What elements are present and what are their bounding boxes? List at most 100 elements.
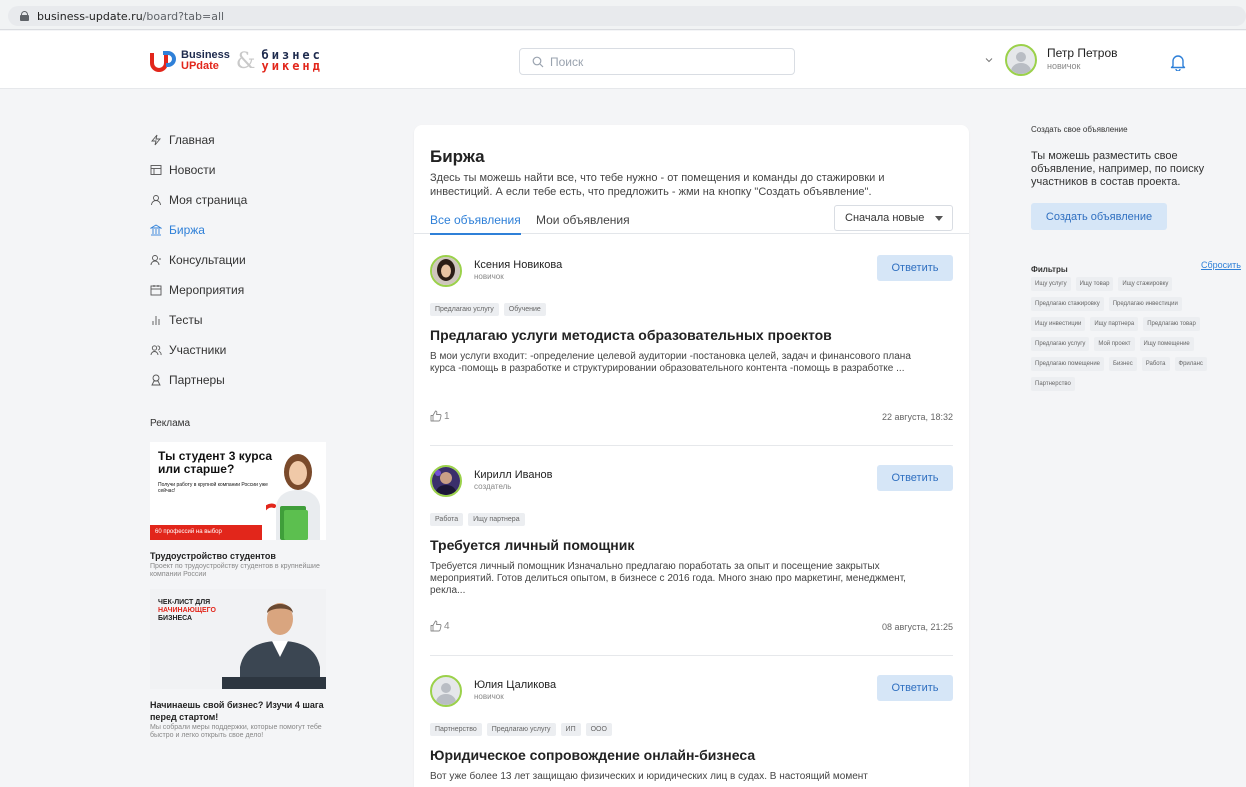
ad-caption[interactable]: Трудоустройство студентов [150, 550, 326, 562]
like-button[interactable]: 1 [430, 410, 450, 422]
sidebar-item-label: Новости [169, 163, 216, 177]
user-menu[interactable]: Петр Петров новичок [985, 44, 1118, 76]
url-path: /board?tab=all [142, 9, 225, 23]
filter-tag[interactable]: Ищу инвестиции [1031, 317, 1086, 331]
users-icon [150, 344, 162, 356]
search-input[interactable] [550, 54, 770, 69]
sidebar-item-consultations[interactable]: Консультации [150, 245, 370, 275]
sidebar-item-partners[interactable]: Партнеры [150, 365, 370, 395]
logo-ampersand: & [235, 48, 256, 74]
filter-tags: Ищу услугу Ищу товар Ищу стажировку Пред… [1031, 277, 1216, 391]
post-divider [430, 655, 953, 656]
chevron-down-icon[interactable] [985, 56, 993, 64]
page-intro: Здесь ты можешь найти все, что тебе нужн… [430, 172, 885, 198]
filter-tag[interactable]: Предлагаю стажировку [1031, 297, 1104, 311]
ad-subtitle: Проект по трудоустройству студентов в кр… [150, 563, 320, 578]
newspaper-icon [150, 164, 162, 176]
author-name[interactable]: Юлия Цаликова [474, 680, 556, 691]
filter-tag[interactable]: Мой проект [1094, 337, 1135, 351]
ad-banner-students[interactable]: Ты студент 3 курса или старше? Получи ра… [150, 442, 326, 540]
sidebar-item-tests[interactable]: Тесты [150, 305, 370, 335]
calendar-icon [150, 284, 162, 296]
businessman-photo [222, 603, 326, 689]
sidebar-item-events[interactable]: Мероприятия [150, 275, 370, 305]
post-title[interactable]: Юридическое сопровождение онлайн-бизнеса [430, 747, 755, 763]
ad-strip: 60 профессий на выбор [150, 525, 262, 540]
author-role: создатель [474, 482, 512, 491]
ads-title: Реклама [150, 418, 191, 429]
avatar[interactable] [430, 675, 462, 707]
post-date: 08 августа, 21:25 [881, 622, 953, 632]
post-tag[interactable]: Партнерство [430, 723, 482, 736]
author-name[interactable]: Ксения Новикова [474, 260, 562, 271]
ad-banner-checklist[interactable]: ЧЕК-ЛИСТ ДЛЯ НАЧИНАЮЩЕГО БИЗНЕСА [150, 589, 326, 689]
post-text: В мои услуги входит: -определение целево… [430, 351, 911, 374]
tab-all-ads[interactable]: Все объявления [430, 213, 521, 235]
filter-tag[interactable]: Ищу стажировку [1118, 277, 1173, 291]
post-title[interactable]: Требуется личный помощник [430, 537, 634, 553]
tabs: Все объявления Мои объявления Сначала но… [414, 205, 969, 235]
filter-tag[interactable]: Ищу услугу [1031, 277, 1071, 291]
sidebar-item-label: Мероприятия [169, 283, 245, 297]
reply-button[interactable]: Ответить [877, 255, 953, 281]
create-ad-button[interactable]: Создать объявление [1031, 203, 1167, 230]
user-role: новичок [1047, 61, 1081, 71]
filter-tag[interactable]: Предлагаю услугу [1031, 337, 1090, 351]
filter-tag[interactable]: Ищу товар [1075, 277, 1114, 291]
post-tag[interactable]: Ищу партнера [468, 513, 525, 526]
ads-block: Реклама Ты студент 3 курса или старше? П… [150, 418, 326, 740]
post-tag[interactable]: ИП [560, 723, 581, 736]
post-tag[interactable]: ООО [585, 723, 612, 736]
post-title[interactable]: Предлагаю услуги методиста образовательн… [430, 327, 832, 343]
student-photo [266, 454, 320, 540]
post-tag[interactable]: Работа [430, 513, 464, 526]
filter-tag[interactable]: Ищу помещение [1139, 337, 1194, 351]
user-name: Петр Петров [1047, 46, 1118, 60]
search-box[interactable] [519, 48, 795, 75]
author-role: новичок [474, 692, 504, 701]
post-tag[interactable]: Обучение [503, 303, 546, 316]
sidebar-item-home[interactable]: Главная [150, 125, 370, 155]
post-tag[interactable]: Предлагаю услугу [430, 303, 499, 316]
sidebar-item-exchange[interactable]: Биржа [150, 215, 370, 245]
reply-button[interactable]: Ответить [877, 675, 953, 701]
right-panel: Создать свое объявление Ты можешь размес… [1031, 125, 1241, 391]
filter-tag[interactable]: Бизнес [1109, 357, 1137, 371]
search-icon [532, 56, 544, 67]
logo-business-update: Business UPdate [181, 49, 230, 72]
avatar[interactable] [430, 465, 462, 497]
url-domain: business-update.ru [37, 9, 143, 23]
sidebar-item-participants[interactable]: Участники [150, 335, 370, 365]
exchange-board: Биржа Здесь ты можешь найти все, что теб… [414, 125, 969, 787]
address-field[interactable]: business-update.ru/board?tab=all [8, 6, 1246, 26]
sidebar-item-news[interactable]: Новости [150, 155, 370, 185]
filter-tag[interactable]: Предлагаю инвестиции [1108, 297, 1182, 311]
author-role: новичок [474, 272, 504, 281]
like-button[interactable]: 4 [430, 620, 450, 632]
filter-tag[interactable]: Фриланс [1174, 357, 1207, 371]
filter-tag[interactable]: Партнерство [1031, 377, 1075, 391]
site-logo[interactable]: Business UPdate & бизнес уикенд [150, 47, 323, 75]
author-name[interactable]: Кирилл Иванов [474, 470, 553, 481]
filter-tag[interactable]: Ищу партнера [1090, 317, 1139, 331]
user-icon [150, 194, 162, 206]
avatar[interactable] [1005, 44, 1037, 76]
sort-select[interactable]: Сначала новые [834, 205, 953, 231]
filter-tag[interactable]: Работа [1141, 357, 1170, 371]
bell-icon[interactable] [1170, 53, 1186, 71]
filters-header: Фильтры Сбросить [1031, 260, 1241, 274]
filter-tag[interactable]: Предлагаю помещение [1031, 357, 1105, 371]
tab-my-ads[interactable]: Мои объявления [536, 213, 630, 227]
sidebar-item-my-page[interactable]: Моя страница [150, 185, 370, 215]
filter-tag[interactable]: Предлагаю товар [1143, 317, 1200, 331]
reply-button[interactable]: Ответить [877, 465, 953, 491]
post-divider [430, 445, 953, 446]
sidebar-nav: Главная Новости Моя страница Биржа Консу… [150, 125, 370, 395]
avatar[interactable] [430, 255, 462, 287]
post-text: Требуется личный помощник Изначально пре… [430, 561, 906, 596]
reset-filters-link[interactable]: Сбросить [1201, 260, 1241, 270]
sidebar-item-label: Консультации [169, 253, 246, 267]
ad-caption[interactable]: Начинаешь свой бизнес? Изучи 4 шага пере… [150, 699, 326, 723]
lightning-icon [150, 134, 162, 146]
post-tag[interactable]: Предлагаю услугу [486, 723, 556, 736]
